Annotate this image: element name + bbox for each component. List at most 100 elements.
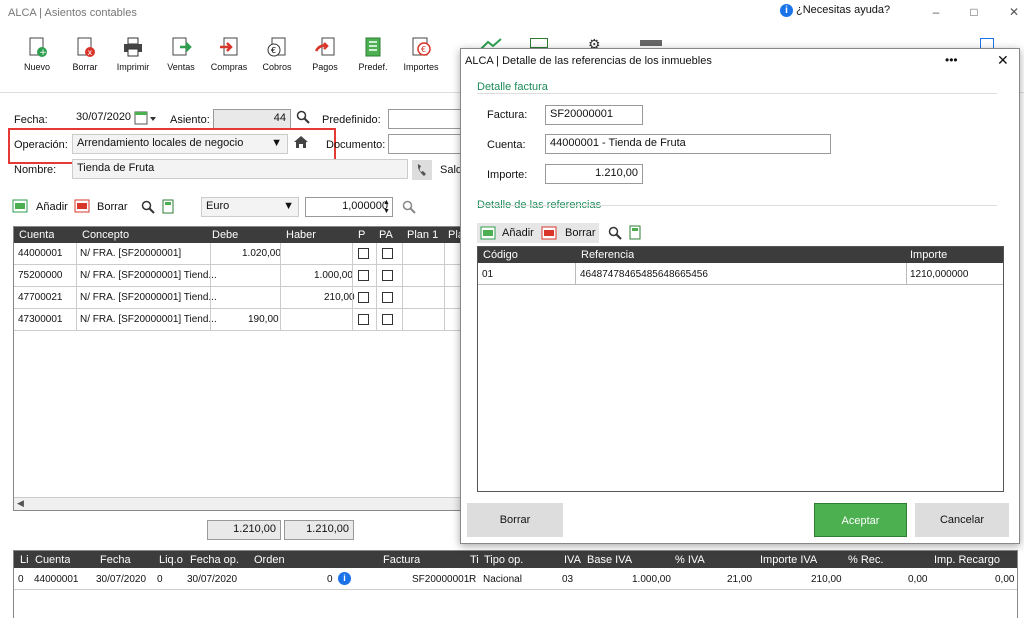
search-icon[interactable] <box>402 200 416 217</box>
factura-field[interactable]: SF20000001 <box>545 105 643 125</box>
scroll-left-icon[interactable]: ◀ <box>17 498 24 509</box>
toolbar-amounts-button[interactable]: € Importes <box>398 36 444 72</box>
info-icon[interactable]: i <box>338 572 351 585</box>
cancel-button[interactable]: Cancelar <box>915 503 1009 537</box>
documento-field[interactable] <box>388 134 468 154</box>
close-dialog-icon[interactable]: ✕ <box>997 52 1009 69</box>
toolbar-predefined-button[interactable]: Predef. <box>350 36 396 72</box>
cell-concepto: N/ FRA. [SF20000001] Tiend... <box>80 314 217 325</box>
p-checkbox[interactable] <box>358 270 369 281</box>
predefinido-field[interactable] <box>388 109 468 129</box>
pa-checkbox[interactable] <box>382 292 393 303</box>
phone-icon[interactable] <box>412 160 432 180</box>
toolbar-label: Ventas <box>167 62 195 72</box>
nombre-field[interactable]: Tienda de Fruta <box>72 159 408 179</box>
table-row[interactable]: 0 44000001 30/07/2020 0 30/07/2020 0 i S… <box>14 568 1017 590</box>
table-row[interactable]: 47700021 N/ FRA. [SF20000001] Tiend... 2… <box>14 287 462 309</box>
predefined-icon <box>362 36 384 58</box>
col-divider <box>376 243 377 331</box>
calculator-icon[interactable] <box>162 199 174 217</box>
pa-checkbox[interactable] <box>382 270 393 281</box>
col-divider <box>76 243 77 331</box>
col-debe: Debe <box>212 229 239 241</box>
horizontal-scrollbar[interactable]: ◀ <box>14 497 462 510</box>
toolbar-sales-button[interactable]: Ventas <box>158 36 204 72</box>
cell-cuenta: 44000001 <box>18 248 63 259</box>
calendar-icon[interactable] <box>530 38 548 48</box>
window-title: ALCA | Asientos contables <box>8 7 137 19</box>
payments-icon <box>314 36 336 58</box>
cuenta-label: Cuenta: <box>487 139 526 151</box>
accept-button[interactable]: Aceptar <box>814 503 907 537</box>
nombre-label: Nombre: <box>14 164 57 176</box>
col-referencia: Referencia <box>581 249 635 261</box>
calculator-icon[interactable] <box>629 225 641 243</box>
toolbar-payments-button[interactable]: Pagos <box>302 36 348 72</box>
minimize-icon[interactable]: – <box>926 5 946 19</box>
col-concepto: Concepto <box>82 229 130 241</box>
toolbar-collections-button[interactable]: € Cobros <box>254 36 300 72</box>
cell-importe-iva: 210,00 <box>811 574 842 585</box>
col-fecha: Fecha <box>100 554 131 566</box>
col-cuenta: Cuenta <box>19 229 55 241</box>
close-window-icon[interactable]: ✕ <box>1004 5 1024 19</box>
toolbar-purchases-button[interactable]: Compras <box>206 36 252 72</box>
toolbar-new-button[interactable]: + Nuevo <box>14 36 60 72</box>
cell-tipo-op: Nacional <box>483 574 522 585</box>
cell-debe: 1.020,00 <box>242 248 281 259</box>
table-row[interactable]: 44000001 N/ FRA. [SF20000001] 1.020,00 <box>14 243 462 265</box>
asiento-field[interactable]: 44 <box>213 109 291 129</box>
references-dialog: ALCA | Detalle de las referencias de los… <box>460 48 1020 544</box>
currency-select[interactable]: Euro ▼ <box>201 197 299 217</box>
toolbar-label: Pagos <box>312 62 338 72</box>
toolbar-print-button[interactable]: Imprimir <box>110 36 156 72</box>
dialog-borrar-button[interactable]: Borrar <box>467 503 563 537</box>
maximize-icon[interactable]: □ <box>964 5 984 19</box>
fecha-field[interactable]: 30/07/2020 <box>72 109 132 129</box>
cell-concepto: N/ FRA. [SF20000001] <box>80 248 182 259</box>
operacion-value: Arrendamiento locales de negocio <box>77 137 244 149</box>
search-icon[interactable] <box>608 226 622 243</box>
search-icon[interactable] <box>141 200 155 217</box>
operacion-select[interactable]: Arrendamiento locales de negocio ▼ <box>72 134 288 154</box>
cell-cuenta: 47300001 <box>18 314 63 325</box>
sales-icon <box>170 36 192 58</box>
tools-icon[interactable] <box>640 40 662 46</box>
importe-field[interactable]: 1.210,00 <box>545 164 643 184</box>
rate-spinner[interactable]: ▲ ▼ <box>383 198 393 216</box>
cell-li: 0 <box>18 574 24 585</box>
search-icon[interactable] <box>296 110 310 127</box>
section-detalle-factura: Detalle factura <box>477 81 548 93</box>
rate-field[interactable]: 1,000000 <box>305 197 393 217</box>
delete-button[interactable]: Borrar <box>97 201 128 213</box>
p-checkbox[interactable] <box>358 292 369 303</box>
delete-row-icon[interactable] <box>74 199 90 216</box>
p-checkbox[interactable] <box>358 248 369 259</box>
add-icon[interactable] <box>480 226 496 243</box>
iva-header: Li Cuenta Fecha Liq.o Fecha op. Orden Fa… <box>14 551 1017 568</box>
p-checkbox[interactable] <box>358 314 369 325</box>
col-divider <box>444 243 445 331</box>
pa-checkbox[interactable] <box>382 248 393 259</box>
saldo-label: Sald <box>440 164 463 176</box>
table-row[interactable]: 75200000 N/ FRA. [SF20000001] Tiend... 1… <box>14 265 462 287</box>
col-divider <box>402 243 403 331</box>
dialog-delete-button[interactable]: Borrar <box>565 227 596 239</box>
pa-checkbox[interactable] <box>382 314 393 325</box>
delete-row-icon[interactable] <box>541 226 557 243</box>
entries-header: Cuenta Concepto Debe Haber P PA Plan 1 P… <box>14 227 464 243</box>
table-row[interactable]: 01 46487478465485648665456 1210,000000 <box>478 263 1003 285</box>
cuenta-field[interactable]: 44000001 - Tienda de Fruta <box>545 134 831 154</box>
calendar-picker-icon[interactable] <box>134 110 158 128</box>
add-icon[interactable] <box>12 199 28 216</box>
table-row[interactable]: 47300001 N/ FRA. [SF20000001] Tiend... 1… <box>14 309 462 331</box>
more-options-icon[interactable]: ••• <box>945 53 958 67</box>
help-link[interactable]: i ¿Necesitas ayuda? <box>780 4 890 17</box>
home-icon[interactable] <box>293 135 309 152</box>
col-importe-iva: Importe IVA <box>760 554 818 566</box>
dialog-add-button[interactable]: Añadir <box>502 227 534 239</box>
add-button[interactable]: Añadir <box>36 201 68 213</box>
col-cuenta: Cuenta <box>35 554 71 566</box>
col-p: P <box>358 229 366 241</box>
toolbar-delete-button[interactable]: x Borrar <box>62 36 108 72</box>
